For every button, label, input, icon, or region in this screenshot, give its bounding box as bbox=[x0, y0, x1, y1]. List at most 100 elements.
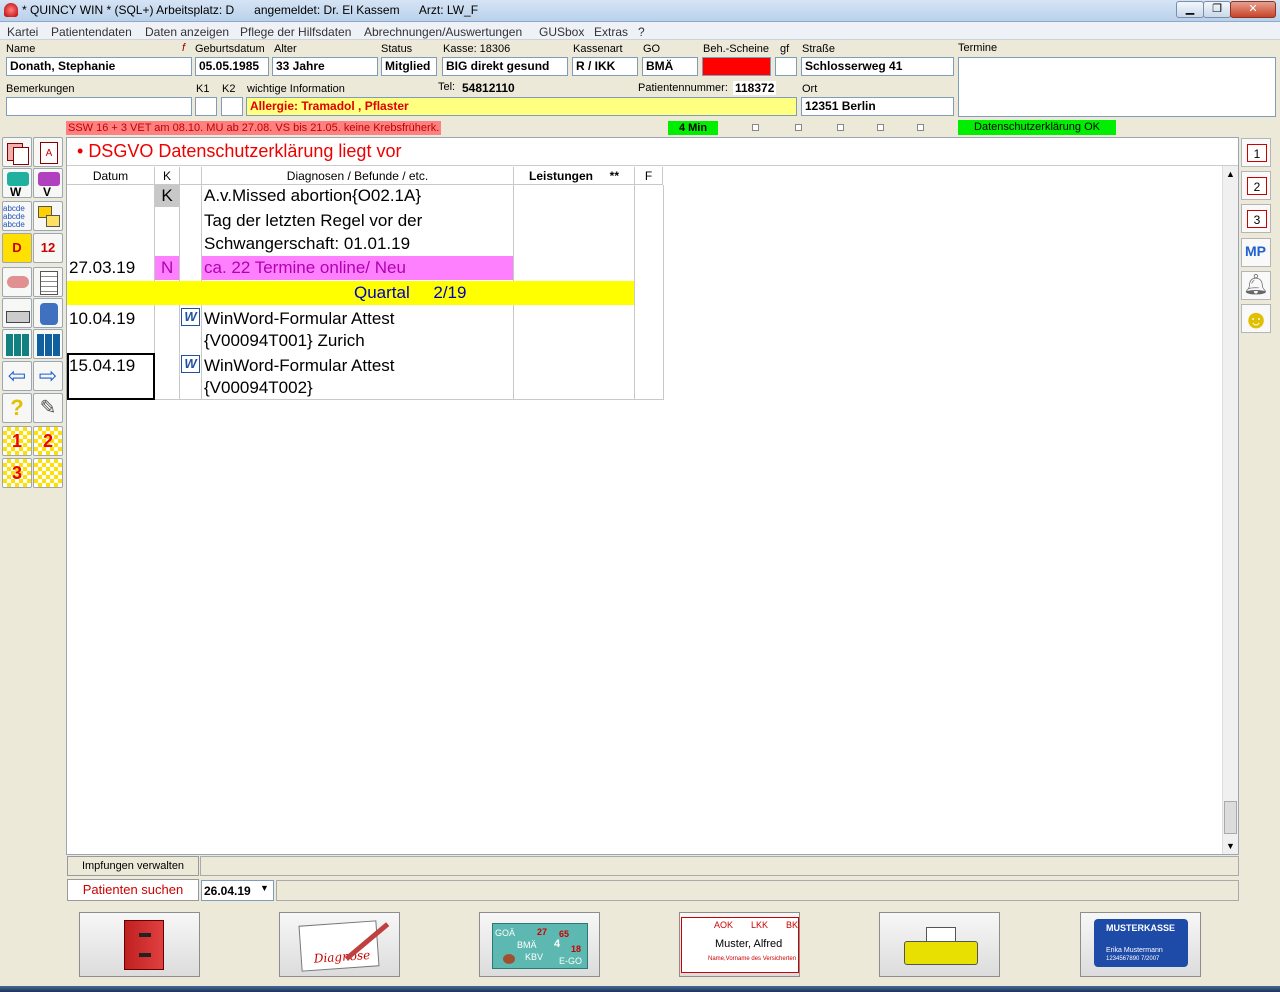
patienten-suchen-button[interactable]: Patienten suchen bbox=[67, 879, 199, 901]
row4-datum[interactable]: 10.04.19 bbox=[69, 309, 135, 329]
checkbox-2[interactable] bbox=[795, 124, 802, 131]
smiley-icon[interactable]: ☻ bbox=[1241, 304, 1271, 333]
row4-text2[interactable]: {V00094T001} Zurich bbox=[204, 331, 365, 351]
behscheine-field[interactable] bbox=[702, 57, 771, 76]
page-3-button[interactable]: 3 bbox=[1241, 204, 1271, 233]
text-abcde-icon[interactable]: abcde abcde abcde bbox=[2, 201, 32, 231]
gf-field[interactable] bbox=[775, 57, 797, 76]
kassenart-field[interactable]: R / IKK bbox=[572, 57, 638, 76]
page-2-button[interactable]: 2 bbox=[1241, 171, 1271, 200]
row2-datum[interactable]: 27.03.19 bbox=[69, 258, 135, 278]
document-a-icon[interactable]: A bbox=[33, 137, 63, 167]
scroll-down-arrow[interactable]: ▼ bbox=[1223, 838, 1238, 854]
scroll-thumb[interactable] bbox=[1224, 801, 1237, 834]
alter-field[interactable]: 33 Jahre bbox=[272, 57, 378, 76]
copy-icon[interactable] bbox=[2, 137, 32, 167]
header-icon-col[interactable] bbox=[180, 167, 202, 185]
row2-text[interactable]: ca. 22 Termine online/ Neu bbox=[204, 258, 406, 278]
date-select[interactable]: 26.04.19 ▼ bbox=[201, 880, 274, 901]
arrow-left-icon[interactable]: ⇦ bbox=[2, 361, 32, 391]
menu-abrechnungen[interactable]: Abrechnungen/Auswertungen bbox=[364, 25, 522, 39]
row4-text1[interactable]: WinWord-Formular Attest bbox=[204, 309, 395, 329]
page-4-icon[interactable] bbox=[33, 458, 63, 488]
page-3-icon[interactable]: 3 bbox=[2, 458, 32, 488]
page-2-icon[interactable]: 2 bbox=[33, 426, 63, 456]
muster-name: Erika Mustermann bbox=[1106, 947, 1163, 954]
termine-box[interactable] bbox=[958, 57, 1276, 117]
printer-button[interactable] bbox=[879, 912, 1000, 977]
card-button[interactable]: AOK LKK BK Muster, Alfred Name,Vorname d… bbox=[679, 912, 800, 977]
maximize-button[interactable]: ❐ bbox=[1203, 1, 1231, 18]
name-field[interactable]: Donath, Stephanie bbox=[6, 57, 192, 76]
menu-gusbox[interactable]: GUSbox bbox=[539, 25, 584, 39]
row2-k[interactable]: N bbox=[161, 258, 173, 278]
bemerkungen-field[interactable] bbox=[6, 97, 192, 116]
dd-icon[interactable]: D bbox=[2, 233, 32, 263]
musterkasse-button[interactable]: MUSTERKASSE Erika Mustermann 1234567890 … bbox=[1080, 912, 1201, 977]
menu-patientendaten[interactable]: Patientendaten bbox=[51, 25, 132, 39]
menu-daten-anzeigen[interactable]: Daten anzeigen bbox=[145, 25, 229, 39]
row1-k-badge[interactable]: K bbox=[155, 185, 179, 207]
arrow-right-icon[interactable]: ⇨ bbox=[33, 361, 63, 391]
header-leistungen[interactable]: Leistungen ** bbox=[514, 167, 635, 185]
status-field[interactable]: Mitglied bbox=[381, 57, 437, 76]
kasse-field[interactable]: BIG direkt gesund bbox=[442, 57, 568, 76]
minimize-button[interactable]: ▁ bbox=[1176, 1, 1204, 18]
checkbox-4[interactable] bbox=[877, 124, 884, 131]
row1-text3[interactable]: Schwangerschaft: 01.01.19 bbox=[204, 234, 410, 254]
header-f[interactable]: F bbox=[635, 167, 663, 185]
row1-text2[interactable]: Tag der letzten Regel vor der bbox=[204, 211, 422, 231]
vertical-scrollbar[interactable]: ▲ ▼ bbox=[1222, 166, 1238, 854]
binders-icon[interactable] bbox=[2, 329, 32, 359]
menu-extras[interactable]: Extras bbox=[594, 25, 628, 39]
cabinet-button[interactable] bbox=[79, 912, 200, 977]
strasse-field[interactable]: Schlosserweg 41 bbox=[801, 57, 954, 76]
geburtsdatum-field[interactable]: 05.05.1985 bbox=[195, 57, 269, 76]
checkbox-5[interactable] bbox=[917, 124, 924, 131]
timer-badge: 4 Min bbox=[668, 121, 718, 135]
notepad-icon[interactable] bbox=[33, 267, 63, 297]
header-datum[interactable]: Datum bbox=[67, 167, 155, 185]
row1-diagnosis[interactable]: A.v.Missed abortion{O02.1A} bbox=[204, 186, 421, 206]
page-1-icon[interactable]: 1 bbox=[2, 426, 32, 456]
person-ticket-icon[interactable] bbox=[33, 298, 63, 328]
word-icon[interactable]: W bbox=[181, 308, 200, 326]
menu-help[interactable]: ? bbox=[638, 25, 645, 39]
diagnose-button[interactable]: Diagnose bbox=[279, 912, 400, 977]
chevron-down-icon[interactable]: ▼ bbox=[260, 883, 269, 893]
binders-blue-icon[interactable] bbox=[33, 329, 63, 359]
handshake-icon[interactable] bbox=[2, 267, 32, 297]
diagnose-label: Diagnose bbox=[313, 947, 371, 966]
menu-pflege[interactable]: Pflege der Hilfsdaten bbox=[240, 25, 351, 39]
go-field[interactable]: BMÄ bbox=[642, 57, 698, 76]
goa-button[interactable]: GOÄ BMÄ KBV 27 65 4 18 E-GO bbox=[479, 912, 600, 977]
row5-text2[interactable]: {V00094T002} bbox=[204, 378, 313, 398]
page-1-button[interactable]: 1 bbox=[1241, 138, 1271, 167]
status-label: Status bbox=[381, 43, 413, 55]
help-icon[interactable]: ? bbox=[2, 393, 32, 423]
mp-button[interactable]: MP bbox=[1241, 238, 1271, 267]
calendar-12-icon[interactable]: 12 bbox=[33, 233, 63, 263]
k1-field[interactable] bbox=[195, 97, 217, 116]
wichtige-information-field[interactable]: Allergie: Tramadol , Pflaster bbox=[246, 97, 797, 116]
lab-w-icon[interactable]: W bbox=[2, 168, 32, 199]
k2-field[interactable] bbox=[221, 97, 243, 116]
termine-label: Termine bbox=[958, 42, 998, 54]
checkbox-3[interactable] bbox=[837, 124, 844, 131]
row5-text1[interactable]: WinWord-Formular Attest bbox=[204, 356, 395, 376]
checkbox-1[interactable] bbox=[752, 124, 759, 131]
bell-icon[interactable]: 🔔︎ bbox=[1241, 271, 1271, 300]
header-diagnosen[interactable]: Diagnosen / Befunde / etc. bbox=[202, 167, 514, 185]
close-button[interactable]: ✕ bbox=[1230, 1, 1276, 18]
feather-icon[interactable]: ✎ bbox=[33, 393, 63, 423]
impfungen-button[interactable]: Impfungen verwalten bbox=[67, 856, 199, 876]
scroll-up-arrow[interactable]: ▲ bbox=[1223, 166, 1238, 182]
quartal-row[interactable] bbox=[67, 281, 634, 305]
menu-kartei[interactable]: Kartei bbox=[7, 25, 38, 39]
header-k[interactable]: K bbox=[155, 167, 180, 185]
ort-field[interactable]: 12351 Berlin bbox=[801, 97, 954, 116]
keyboard-icon[interactable] bbox=[2, 298, 32, 328]
word-icon[interactable]: W bbox=[181, 355, 200, 373]
lab-v-icon[interactable]: V bbox=[33, 168, 63, 199]
window-move-icon[interactable] bbox=[33, 201, 63, 231]
